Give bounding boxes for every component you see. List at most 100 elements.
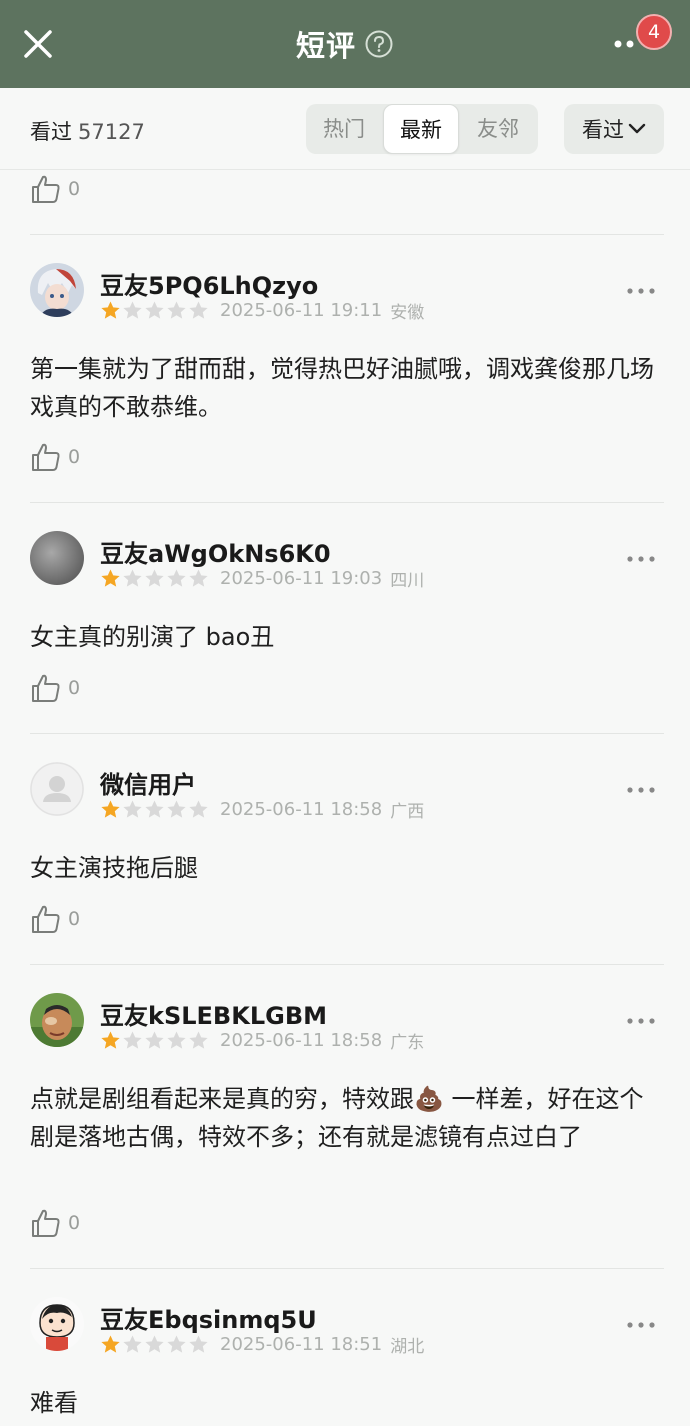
thumbs-up-icon[interactable]	[30, 903, 62, 935]
help-icon[interactable]	[364, 29, 394, 59]
rating-stars	[100, 1030, 210, 1051]
like-count: 0	[68, 677, 81, 699]
sort-tabs: 热门 最新 友邻	[306, 104, 538, 154]
dropdown-label: 看过	[582, 118, 624, 142]
divider	[30, 733, 664, 734]
review-location: 安徽	[390, 302, 425, 323]
thumbs-up-icon[interactable]	[30, 1207, 62, 1239]
review-meta: 2025-06-11 18:58 广东	[100, 1028, 425, 1053]
more-options-icon[interactable]	[626, 1320, 656, 1330]
content-text: 点就是剧组看起来是真的穷，特效跟	[30, 1085, 414, 1113]
avatar[interactable]	[30, 993, 84, 1047]
review-meta: 2025-06-11 18:51 湖北	[100, 1332, 425, 1357]
filter-bar: 看过 57127 热门 最新 友邻 看过	[0, 88, 690, 170]
star-filled-icon	[101, 569, 120, 587]
star-empty-icon	[145, 1031, 164, 1049]
review-time: 2025-06-11 18:58	[220, 1029, 383, 1051]
divider	[30, 234, 664, 235]
like-row: 0	[30, 172, 80, 206]
review-time: 2025-06-11 19:03	[220, 567, 383, 589]
username[interactable]: 豆友Ebqsinmq5U	[100, 1300, 317, 1335]
star-filled-icon	[101, 800, 120, 818]
review-time: 2025-06-11 18:58	[220, 798, 383, 820]
more-options-icon[interactable]	[626, 286, 656, 296]
like-count: 0	[68, 1212, 81, 1234]
review-time: 2025-06-11 18:51	[220, 1333, 383, 1355]
like-row: 0	[30, 440, 80, 474]
star-filled-icon	[101, 301, 120, 319]
star-empty-icon	[167, 1031, 186, 1049]
username[interactable]: 豆友aWgOkNs6K0	[100, 534, 331, 569]
review-content: 女主真的别演了 bao丑	[30, 623, 275, 651]
rating-stars	[100, 1334, 210, 1355]
page-title: 短评	[295, 29, 356, 63]
star-empty-icon	[123, 301, 142, 319]
star-empty-icon	[189, 1031, 208, 1049]
review-location: 湖北	[390, 1336, 425, 1357]
star-empty-icon	[189, 569, 208, 587]
thumbs-up-icon[interactable]	[30, 672, 62, 704]
star-empty-icon	[167, 800, 186, 818]
like-row: 0	[30, 902, 80, 936]
review-content: 点就是剧组看起来是真的穷，特效跟💩 一样差，好在这个剧是落地古偶，特效不多；还有…	[30, 1080, 660, 1156]
like-row: 0	[30, 671, 80, 705]
like-count: 0	[68, 908, 81, 930]
star-empty-icon	[167, 569, 186, 587]
app-header: 短评 4	[0, 0, 690, 88]
username[interactable]: 豆友kSLEBKLGBM	[100, 996, 327, 1031]
notification-badge[interactable]: 4	[636, 14, 672, 50]
review-location: 广东	[390, 1032, 425, 1053]
chevron-down-icon	[628, 123, 646, 134]
review-location: 四川	[390, 570, 425, 591]
review-content: 第一集就为了甜而甜，觉得热巴好油腻哦，调戏龚俊那几场戏真的不敢恭维。	[30, 355, 654, 421]
like-row: 0	[30, 1206, 80, 1240]
star-empty-icon	[189, 301, 208, 319]
avatar[interactable]	[30, 263, 84, 317]
rating-stars	[100, 799, 210, 820]
avatar[interactable]	[30, 1297, 84, 1351]
status-dropdown[interactable]: 看过	[564, 104, 664, 154]
seen-count: 57127	[78, 120, 145, 144]
like-count: 0	[68, 446, 81, 468]
review-content: 女主演技拖后腿	[30, 854, 198, 882]
star-empty-icon	[189, 1335, 208, 1353]
star-empty-icon	[145, 800, 164, 818]
avatar[interactable]	[30, 531, 84, 585]
username[interactable]: 微信用户	[100, 765, 196, 800]
more-options-icon[interactable]	[626, 1016, 656, 1026]
star-empty-icon	[123, 1031, 142, 1049]
star-empty-icon	[167, 301, 186, 319]
close-icon[interactable]	[20, 26, 56, 62]
star-empty-icon	[145, 301, 164, 319]
more-options-icon[interactable]	[626, 554, 656, 564]
review-meta: 2025-06-11 19:03 四川	[100, 566, 425, 591]
star-empty-icon	[167, 1335, 186, 1353]
review-content: 难看	[30, 1389, 78, 1417]
review-time: 2025-06-11 19:11	[220, 299, 383, 321]
star-filled-icon	[101, 1031, 120, 1049]
review-meta: 2025-06-11 18:58 广西	[100, 797, 425, 822]
rating-stars	[100, 568, 210, 589]
rating-stars	[100, 300, 210, 321]
like-count: 0	[68, 178, 81, 200]
review-location: 广西	[390, 801, 425, 822]
tab-hot[interactable]: 热门	[306, 104, 382, 154]
seen-summary: 看过 57127	[30, 116, 145, 146]
more-options-icon[interactable]	[626, 785, 656, 795]
star-empty-icon	[123, 569, 142, 587]
tab-friends[interactable]: 友邻	[460, 104, 536, 154]
divider	[30, 1268, 664, 1269]
star-empty-icon	[145, 1335, 164, 1353]
star-empty-icon	[123, 800, 142, 818]
tab-latest[interactable]: 最新	[383, 104, 459, 154]
star-empty-icon	[145, 569, 164, 587]
divider	[30, 502, 664, 503]
review-meta: 2025-06-11 19:11 安徽	[100, 298, 425, 323]
thumbs-up-icon[interactable]	[30, 173, 62, 205]
thumbs-up-icon[interactable]	[30, 441, 62, 473]
poop-emoji: 💩	[414, 1085, 444, 1113]
avatar[interactable]	[30, 762, 84, 816]
star-empty-icon	[123, 1335, 142, 1353]
username[interactable]: 豆友5PQ6LhQzyo	[100, 266, 318, 301]
star-empty-icon	[189, 800, 208, 818]
